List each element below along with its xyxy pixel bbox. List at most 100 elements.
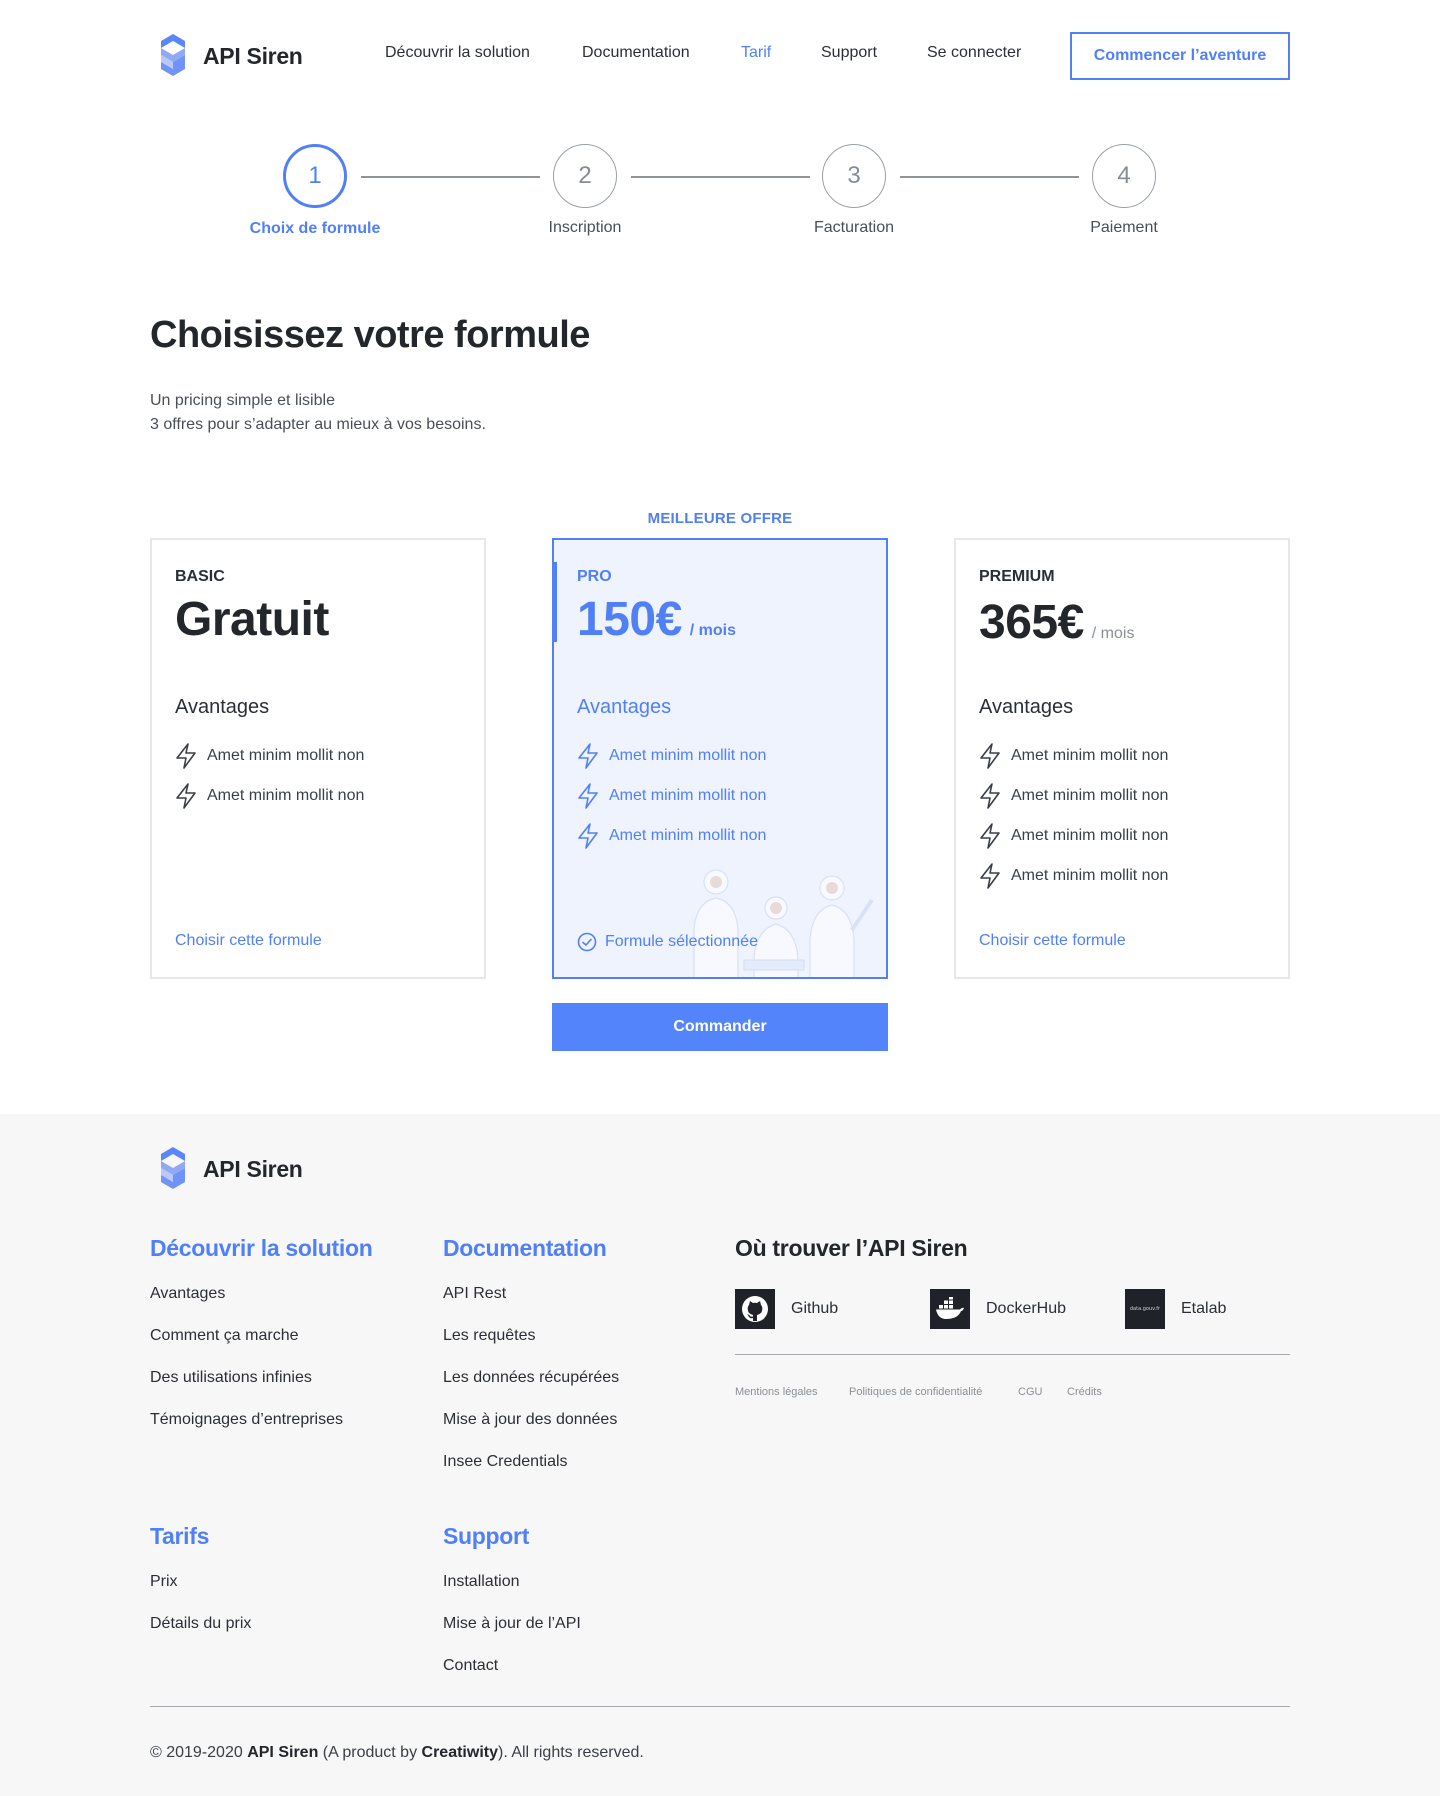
feature-list: Amet minim mollit non Amet minim mollit … [979,736,1168,896]
feature-item: Amet minim mollit non [577,816,766,856]
footer-link[interactable]: Mise à jour de l’API [443,1615,581,1657]
bolt-icon [577,783,599,809]
feature-label: Amet minim mollit non [207,787,365,804]
footer-link[interactable]: Prix [150,1573,251,1615]
legal-link-credits[interactable]: Crédits [1067,1386,1102,1398]
feature-label: Amet minim mollit non [1011,827,1169,844]
etalab-icon: data.gouv.fr [1125,1289,1165,1329]
feature-list: Amet minim mollit non Amet minim mollit … [175,736,364,816]
bolt-icon [979,823,1001,849]
bolt-icon [979,863,1001,889]
selected-plan-indicator[interactable]: Formule sélectionnée [577,932,758,952]
plan-card-premium[interactable]: PREMIUM 365€ / mois Avantages Amet minim … [954,538,1290,979]
step-1-circle[interactable]: 1 [283,144,347,208]
docker-icon [930,1289,970,1329]
plan-name: BASIC [175,568,225,585]
footer-link[interactable]: Les requêtes [443,1327,619,1369]
copyright-brand: API Siren [247,1744,319,1761]
repo-label: Github [791,1300,839,1317]
legal-link-mentions[interactable]: Mentions légales [735,1386,818,1398]
plan-price: 365€ / mois [979,595,1134,650]
order-button[interactable]: Commander [552,1003,888,1051]
advantages-title: Avantages [577,696,672,718]
footer: API Siren Découvrir la solution Avantage… [0,1114,1440,1796]
plan-price: 150€ / mois [577,592,736,647]
start-adventure-button[interactable]: Commencer l’aventure [1070,32,1290,80]
feature-label: Amet minim mollit non [207,747,365,764]
feature-label: Amet minim mollit non [1011,867,1169,884]
page-subtitle: Un pricing simple et lisible 3 offres po… [150,389,486,437]
legal-link-privacy[interactable]: Politiques de confidentialité [849,1386,982,1398]
bolt-icon [979,783,1001,809]
footer-link[interactable]: Mise à jour des données [443,1411,619,1453]
plan-card-pro[interactable]: PRO 150€ / mois Avantages Amet minim moll… [552,538,888,979]
footer-link[interactable]: API Rest [443,1285,619,1327]
footer-link[interactable]: Insee Credentials [443,1453,619,1495]
step-connector [900,176,1079,178]
advantages-title: Avantages [175,696,270,718]
bolt-icon [175,783,197,809]
repo-link-dockerhub[interactable]: DockerHub [930,1289,1066,1329]
repo-label: DockerHub [986,1300,1067,1317]
feature-item: Amet minim mollit non [979,736,1168,776]
step-3-circle[interactable]: 3 [822,144,886,208]
nav-link-tarif[interactable]: Tarif [741,44,771,62]
nav-link-documentation[interactable]: Documentation [582,44,690,62]
feature-label: Amet minim mollit non [609,827,767,844]
footer-link[interactable]: Les données récupérées [443,1369,619,1411]
footer-link[interactable]: Détails du prix [150,1615,251,1657]
step-4-label: Paiement [1090,219,1158,236]
feature-item: Amet minim mollit non [175,776,364,816]
price-amount: 365€ [979,596,1084,649]
step-1-label: Choix de formule [249,220,381,237]
copyright-prefix: © 2019-2020 [150,1744,248,1761]
step-connector [361,176,540,178]
step-4-circle[interactable]: 4 [1092,144,1156,208]
footer-link[interactable]: Installation [443,1573,581,1615]
repo-link-github[interactable]: Github [735,1289,838,1329]
footer-title-documentation[interactable]: Documentation [443,1235,607,1262]
brand-logo[interactable]: API Siren [155,31,303,81]
footer-link[interactable]: Comment ça marche [150,1327,343,1369]
plan-card-basic[interactable]: BASIC Gratuit Avantages Amet minim molli… [150,538,486,979]
copyright-company: Creatiwity [421,1744,498,1761]
step-2-circle[interactable]: 2 [553,144,617,208]
nav-link-solution[interactable]: Découvrir la solution [385,44,530,62]
footer-link[interactable]: Des utilisations infinies [150,1369,343,1411]
footer-link[interactable]: Avantages [150,1285,343,1327]
logo-icon [155,1144,191,1194]
advantages-title: Avantages [979,696,1074,718]
footer-links-solution: Avantages Comment ça marche Des utilisat… [150,1285,343,1453]
nav-link-login[interactable]: Se connecter [927,44,1021,62]
footer-title-solution[interactable]: Découvrir la solution [150,1235,373,1262]
divider [150,1706,1290,1707]
feature-item: Amet minim mollit non [979,776,1168,816]
footer-links-support: Installation Mise à jour de l’API Contac… [443,1573,581,1699]
footer-title-tarifs[interactable]: Tarifs [150,1523,209,1550]
footer-title-support[interactable]: Support [443,1523,529,1550]
plan-name: PRO [577,568,612,585]
plan-name: PREMIUM [979,568,1055,585]
feature-item: Amet minim mollit non [979,856,1168,896]
footer-links-documentation: API Rest Les requêtes Les données récupé… [443,1285,619,1495]
selected-plan-label: Formule sélectionnée [605,933,758,950]
price-period: / mois [689,622,737,639]
selected-accent-bar [554,562,557,642]
repo-link-etalab[interactable]: data.gouv.fr Etalab [1125,1289,1226,1329]
footer-brand-logo[interactable]: API Siren [155,1144,303,1194]
step-connector [631,176,810,178]
best-offer-badge: MEILLEURE OFFRE [647,510,793,527]
legal-link-cgu[interactable]: CGU [1018,1386,1042,1398]
nav-link-support[interactable]: Support [821,44,877,62]
feature-item: Amet minim mollit non [175,736,364,776]
choose-premium-link[interactable]: Choisir cette formule [979,932,1126,950]
choose-basic-link[interactable]: Choisir cette formule [175,932,322,950]
footer-link[interactable]: Contact [443,1657,581,1699]
team-illustration [693,869,874,977]
footer-link[interactable]: Témoignages d’entreprises [150,1411,343,1453]
feature-item: Amet minim mollit non [979,816,1168,856]
github-icon [735,1289,775,1329]
price-amount: 150€ [577,593,682,646]
step-2-label: Inscription [548,219,622,236]
page-title: Choisissez votre formule [150,314,590,356]
